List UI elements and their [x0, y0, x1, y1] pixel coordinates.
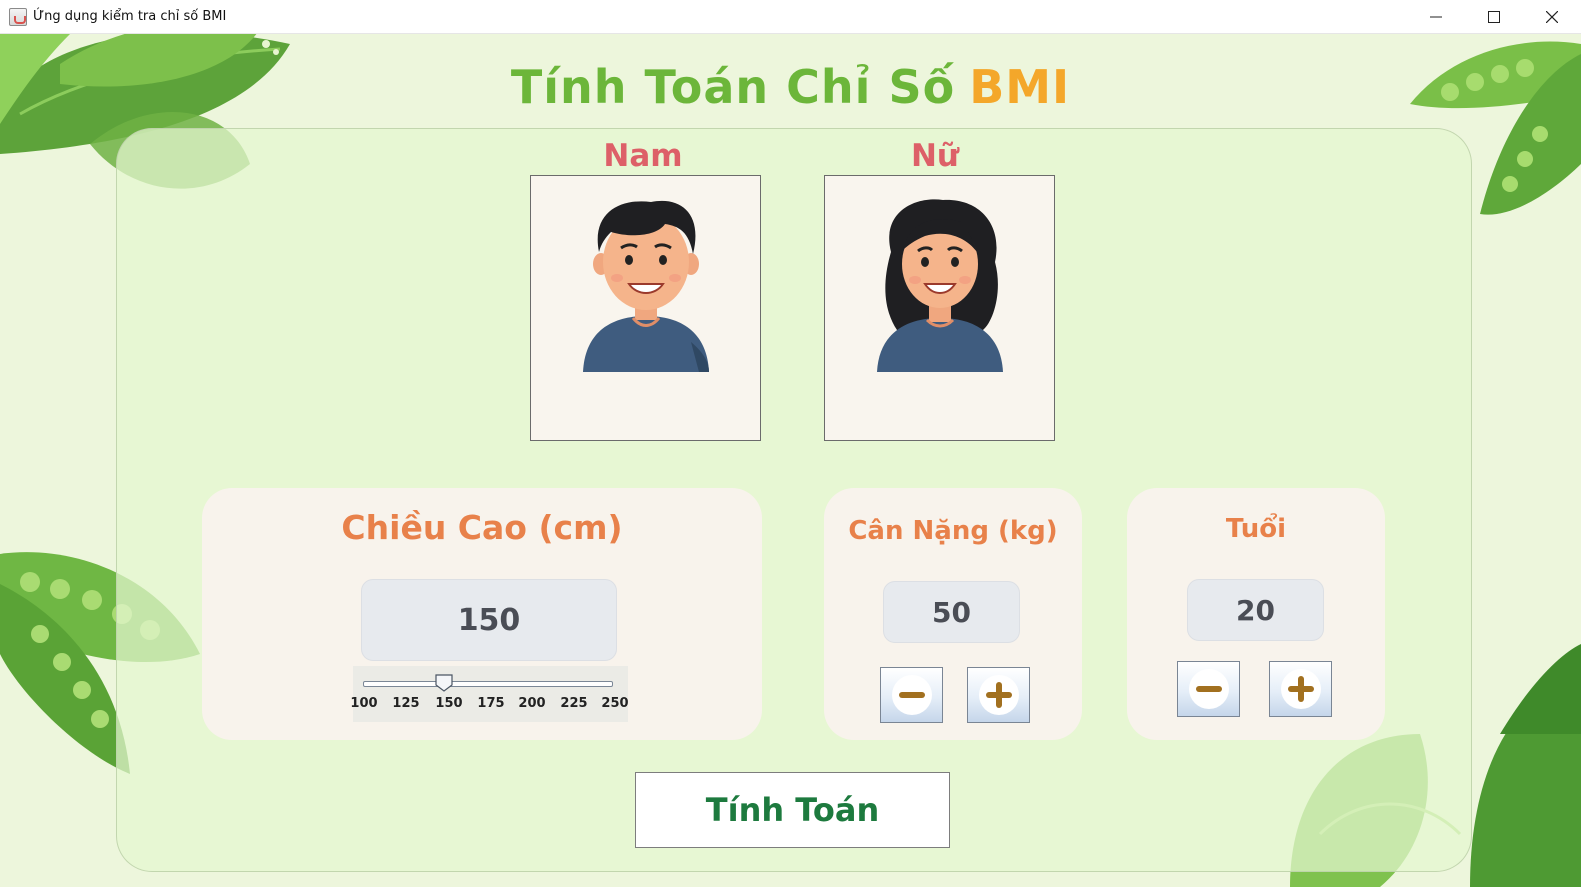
minimize-button[interactable]	[1407, 0, 1465, 34]
close-icon	[1546, 11, 1558, 23]
window-titlebar: Ứng dụng kiểm tra chỉ số BMI	[0, 0, 1581, 34]
female-label: Nữ	[910, 138, 959, 174]
slider-thumb[interactable]	[435, 674, 453, 692]
window-title: Ứng dụng kiểm tra chỉ số BMI	[33, 9, 227, 24]
female-avatar-icon	[877, 199, 1003, 372]
age-increase-button[interactable]	[1269, 661, 1332, 717]
male-label: Nam	[603, 138, 683, 174]
minus-icon	[898, 692, 925, 698]
title-bmi-text: BMI	[969, 60, 1071, 114]
male-avatar-icon	[583, 200, 709, 372]
slider-tick-label: 100	[350, 696, 378, 711]
java-app-icon	[9, 7, 27, 26]
maximize-button[interactable]	[1465, 0, 1523, 34]
minus-icon	[1195, 686, 1222, 692]
page-title: Tính Toán Chỉ Số BMI	[0, 60, 1581, 114]
slider-track[interactable]	[363, 681, 613, 687]
age-title: Tuổi	[1225, 514, 1287, 544]
slider-tick-label: 150	[435, 696, 463, 711]
slider-tick-label: 250	[601, 696, 629, 711]
app-client-area: Tính Toán Chỉ Số BMI Nam Nữ Chiều Cao (c…	[0, 34, 1581, 887]
age-value-field[interactable]: 20	[1187, 579, 1324, 641]
age-decrease-button[interactable]	[1177, 661, 1240, 717]
plus-icon	[1287, 676, 1314, 702]
weight-value-field[interactable]: 50	[883, 581, 1020, 643]
title-text: Tính Toán Chỉ Số	[510, 60, 956, 114]
height-title: Chiều Cao (cm)	[341, 508, 623, 547]
slider-tick-label: 225	[560, 696, 588, 711]
slider-tick-label: 200	[518, 696, 546, 711]
female-option-card[interactable]	[824, 175, 1055, 441]
weight-title: Cân Nặng (kg)	[848, 516, 1058, 546]
close-button[interactable]	[1523, 0, 1581, 34]
window-controls	[1407, 0, 1581, 34]
slider-tick-label: 175	[477, 696, 505, 711]
male-option-card[interactable]	[530, 175, 761, 441]
weight-decrease-button[interactable]	[880, 667, 943, 723]
maximize-icon	[1488, 11, 1500, 23]
minimize-icon	[1430, 16, 1442, 18]
slider-tick-label: 125	[392, 696, 420, 711]
weight-increase-button[interactable]	[967, 667, 1030, 723]
plus-icon	[985, 682, 1012, 708]
calculate-button[interactable]: Tính Toán	[635, 772, 950, 848]
height-slider[interactable]: 100 125 150 175 200 225 250	[350, 666, 629, 722]
height-value-field[interactable]: 150	[361, 579, 617, 661]
